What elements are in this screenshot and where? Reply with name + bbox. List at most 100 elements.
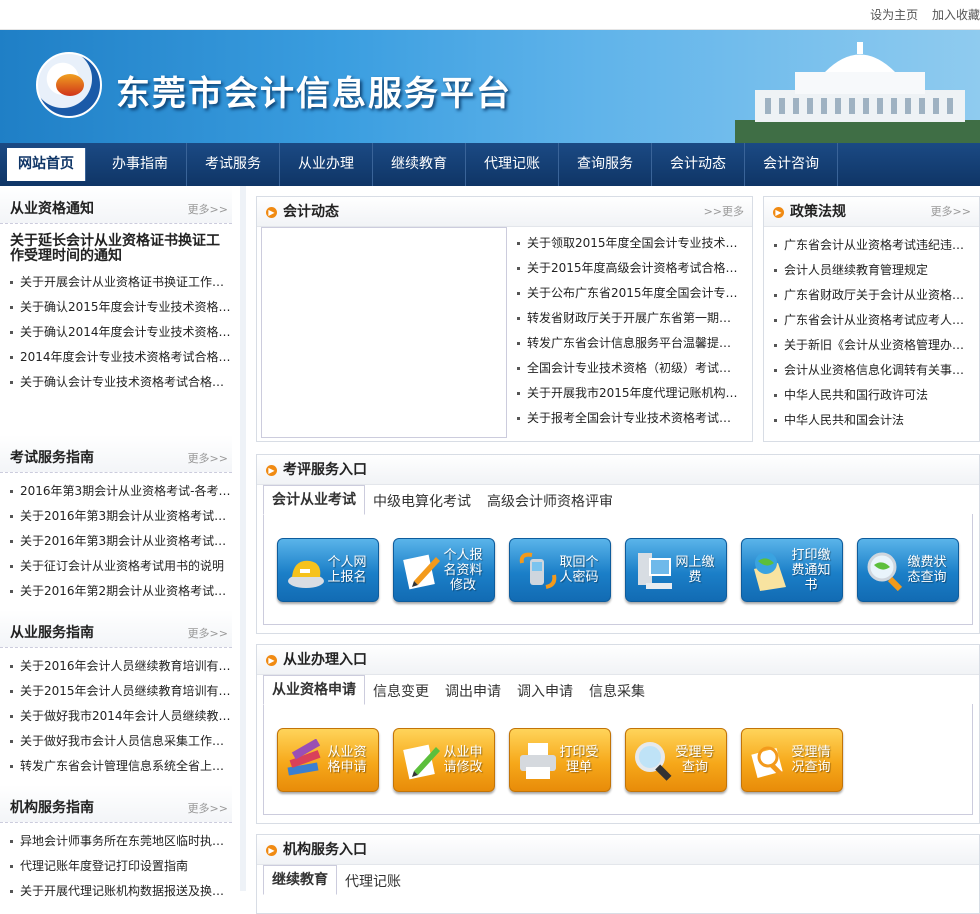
news-item[interactable]: 全国会计专业技术资格（初级）考试… (517, 356, 739, 381)
main-nav: 网站首页 办事指南 考试服务 从业办理 继续教育 代理记账 查询服务 会计动态 … (0, 143, 980, 186)
printer-icon (520, 743, 556, 779)
more-link[interactable]: 更多>> (188, 625, 228, 641)
receipt-number-query-button[interactable]: 受理号查询 (625, 728, 727, 792)
panel-title: 机构服务入口 (283, 842, 367, 858)
edit-registration-button[interactable]: 个人报名资料修改 (393, 538, 495, 602)
list-item[interactable]: 转发广东省会计管理信息系统全省上… (10, 754, 232, 779)
policy-item[interactable]: 会计人员继续教育管理规定 (774, 258, 976, 283)
list-item[interactable]: 2014年度会计专业技术资格考试合格… (10, 345, 232, 370)
arrow-icon: ▶ (773, 207, 784, 218)
news-item[interactable]: 关于2015年度高级会计资格考试合格… (517, 256, 739, 281)
news-item[interactable]: 转发广东省会计信息服务平台温馨提… (517, 331, 739, 356)
tab-transfer-out[interactable]: 调出申请 (437, 679, 509, 705)
policy-item[interactable]: 中华人民共和国会计法 (774, 408, 976, 433)
add-favorite-link[interactable]: 加入收藏 (932, 8, 980, 22)
arrow-icon: ▶ (266, 207, 277, 218)
nav-education[interactable]: 继续教育 (373, 143, 466, 186)
button-label: 打印缴费通知书 (791, 547, 831, 593)
policy-item[interactable]: 中华人民共和国行政许可法 (774, 383, 976, 408)
list-item[interactable]: 关于2016年会计人员继续教育培训有… (10, 654, 232, 679)
print-receipt-button[interactable]: 打印受理单 (509, 728, 611, 792)
site-title: 东莞市会计信息服务平台 (116, 74, 512, 114)
online-registration-button[interactable]: 个人网上报名 (277, 538, 379, 602)
news-item[interactable]: 关于开展我市2015年度代理记账机构… (517, 381, 739, 406)
nav-consult[interactable]: 会计咨询 (745, 143, 838, 186)
set-homepage-link[interactable]: 设为主页 (870, 8, 918, 22)
phone-icon (519, 552, 557, 589)
print-payment-notice-button[interactable]: 打印缴费通知书 (741, 538, 843, 602)
news-item[interactable]: 关于报考全国会计专业技术资格考试… (517, 406, 739, 431)
news-item[interactable]: 关于领取2015年度全国会计专业技术… (517, 231, 739, 256)
tab-computerized-exam[interactable]: 中级电算化考试 (365, 489, 479, 515)
list-item[interactable]: 异地会计师事务所在东莞地区临时执… (10, 829, 232, 854)
computer-icon (638, 553, 672, 589)
more-link[interactable]: 更多>> (931, 197, 971, 227)
nav-news[interactable]: 会计动态 (652, 143, 745, 186)
tab-bookkeeping-agency[interactable]: 代理记账 (337, 869, 409, 895)
panel-header: ▶ 机构服务入口 (257, 835, 979, 865)
list-item[interactable]: 关于确认会计专业技术资格考试合格… (10, 370, 232, 395)
building-illustration (735, 42, 980, 143)
list-item[interactable]: 关于2016年第2期会计从业资格考试… (10, 579, 232, 604)
list-item[interactable]: 关于做好我市2014年会计人员继续教… (10, 704, 232, 729)
nav-query[interactable]: 查询服务 (559, 143, 652, 186)
practice-buttons: 从业资格申请 从业申请修改 打印受理单 受理号查询 受理情况查询 (277, 728, 857, 792)
tab-qualification-apply[interactable]: 从业资格申请 (263, 675, 365, 705)
retrieve-password-button[interactable]: 取回个人密码 (509, 538, 611, 602)
news-item[interactable]: 转发省财政厅关于开展广东省第一期… (517, 306, 739, 331)
list-item[interactable]: 关于开展代理记账机构数据报送及换… (10, 879, 232, 904)
search-document-icon (751, 746, 784, 778)
list-item[interactable]: 关于确认2015年度会计专业技术资格… (10, 295, 232, 320)
list-item[interactable]: 关于确认2014年度会计专业技术资格… (10, 320, 232, 345)
edit-application-button[interactable]: 从业申请修改 (393, 728, 495, 792)
exam-tabs: 会计从业考试 中级电算化考试 高级会计师资格评审 (263, 485, 621, 515)
payment-status-query-button[interactable]: 缴费状态查询 (857, 538, 959, 602)
more-link[interactable]: >>更多 (704, 197, 744, 227)
list-item[interactable]: 关于2016年第3期会计从业资格考试… (10, 504, 232, 529)
news-image-area (261, 227, 507, 438)
list-item[interactable]: 代理记账年度登记打印设置指南 (10, 854, 232, 879)
button-label: 个人网上报名 (327, 555, 367, 585)
nav-home[interactable]: 网站首页 (7, 148, 86, 181)
more-link[interactable]: 更多>> (188, 201, 228, 217)
qualification-apply-button[interactable]: 从业资格申请 (277, 728, 379, 792)
agency-service-panel: ▶ 机构服务入口 继续教育 代理记账 (256, 834, 980, 914)
application-status-query-button[interactable]: 受理情况查询 (741, 728, 843, 792)
nav-practice[interactable]: 从业办理 (280, 143, 373, 186)
featured-notice[interactable]: 关于延长会计从业资格证书换证工作受理时间的通知 (0, 224, 232, 270)
list-item[interactable]: 关于做好我市会计人员信息采集工作… (10, 729, 232, 754)
policy-item[interactable]: 广东省会计从业资格考试应考人… (774, 308, 976, 333)
panel-header: ▶ 会计动态 >>更多 (257, 197, 752, 227)
pencil-note-icon (403, 554, 440, 590)
exam-buttons: 个人网上报名 个人报名资料修改 取回个人密码 网上缴费 打印缴费通知书 缴费状态… (277, 538, 973, 602)
policy-item[interactable]: 关于新旧《会计从业资格管理办… (774, 333, 976, 358)
nav-agency[interactable]: 代理记账 (466, 143, 559, 186)
news-item[interactable]: 关于公布广东省2015年度全国会计专… (517, 281, 739, 306)
button-label: 从业资格申请 (327, 745, 367, 775)
tab-accounting-exam[interactable]: 会计从业考试 (263, 485, 365, 515)
arrow-icon: ▶ (266, 845, 277, 856)
online-payment-button[interactable]: 网上缴费 (625, 538, 727, 602)
policy-item[interactable]: 广东省会计从业资格考试违纪违… (774, 233, 976, 258)
arrow-icon: ▶ (266, 465, 277, 476)
policy-item[interactable]: 广东省财政厅关于会计从业资格… (774, 283, 976, 308)
tab-info-change[interactable]: 信息变更 (365, 679, 437, 705)
button-label: 受理情况查询 (791, 745, 831, 775)
panel-header: ▶ 考评服务入口 (257, 455, 979, 485)
nav-exam[interactable]: 考试服务 (187, 143, 280, 186)
more-link[interactable]: 更多>> (188, 800, 228, 816)
list-item[interactable]: 关于2015年会计人员继续教育培训有… (10, 679, 232, 704)
list-item[interactable]: 关于开展会计从业资格证书换证工作… (10, 270, 232, 295)
policy-item[interactable]: 会计从业资格信息化调转有关事… (774, 358, 976, 383)
tab-transfer-in[interactable]: 调入申请 (509, 679, 581, 705)
button-label: 取回个人密码 (559, 555, 599, 585)
more-link[interactable]: 更多>> (188, 450, 228, 466)
list-item[interactable]: 2016年第3期会计从业资格考试-各考… (10, 479, 232, 504)
nav-guide[interactable]: 办事指南 (94, 143, 187, 186)
list-item[interactable]: 关于2016年第3期会计从业资格考试… (10, 529, 232, 554)
banner: 东莞市会计信息服务平台 (0, 30, 980, 143)
sidebar-section-agency: 机构服务指南 更多>> 异地会计师事务所在东莞地区临时执… 代理记账年度登记打印… (0, 785, 232, 898)
tab-senior-review[interactable]: 高级会计师资格评审 (479, 489, 621, 515)
tab-info-collect[interactable]: 信息采集 (581, 679, 653, 705)
list-item[interactable]: 关于征订会计从业资格考试用书的说明 (10, 554, 232, 579)
